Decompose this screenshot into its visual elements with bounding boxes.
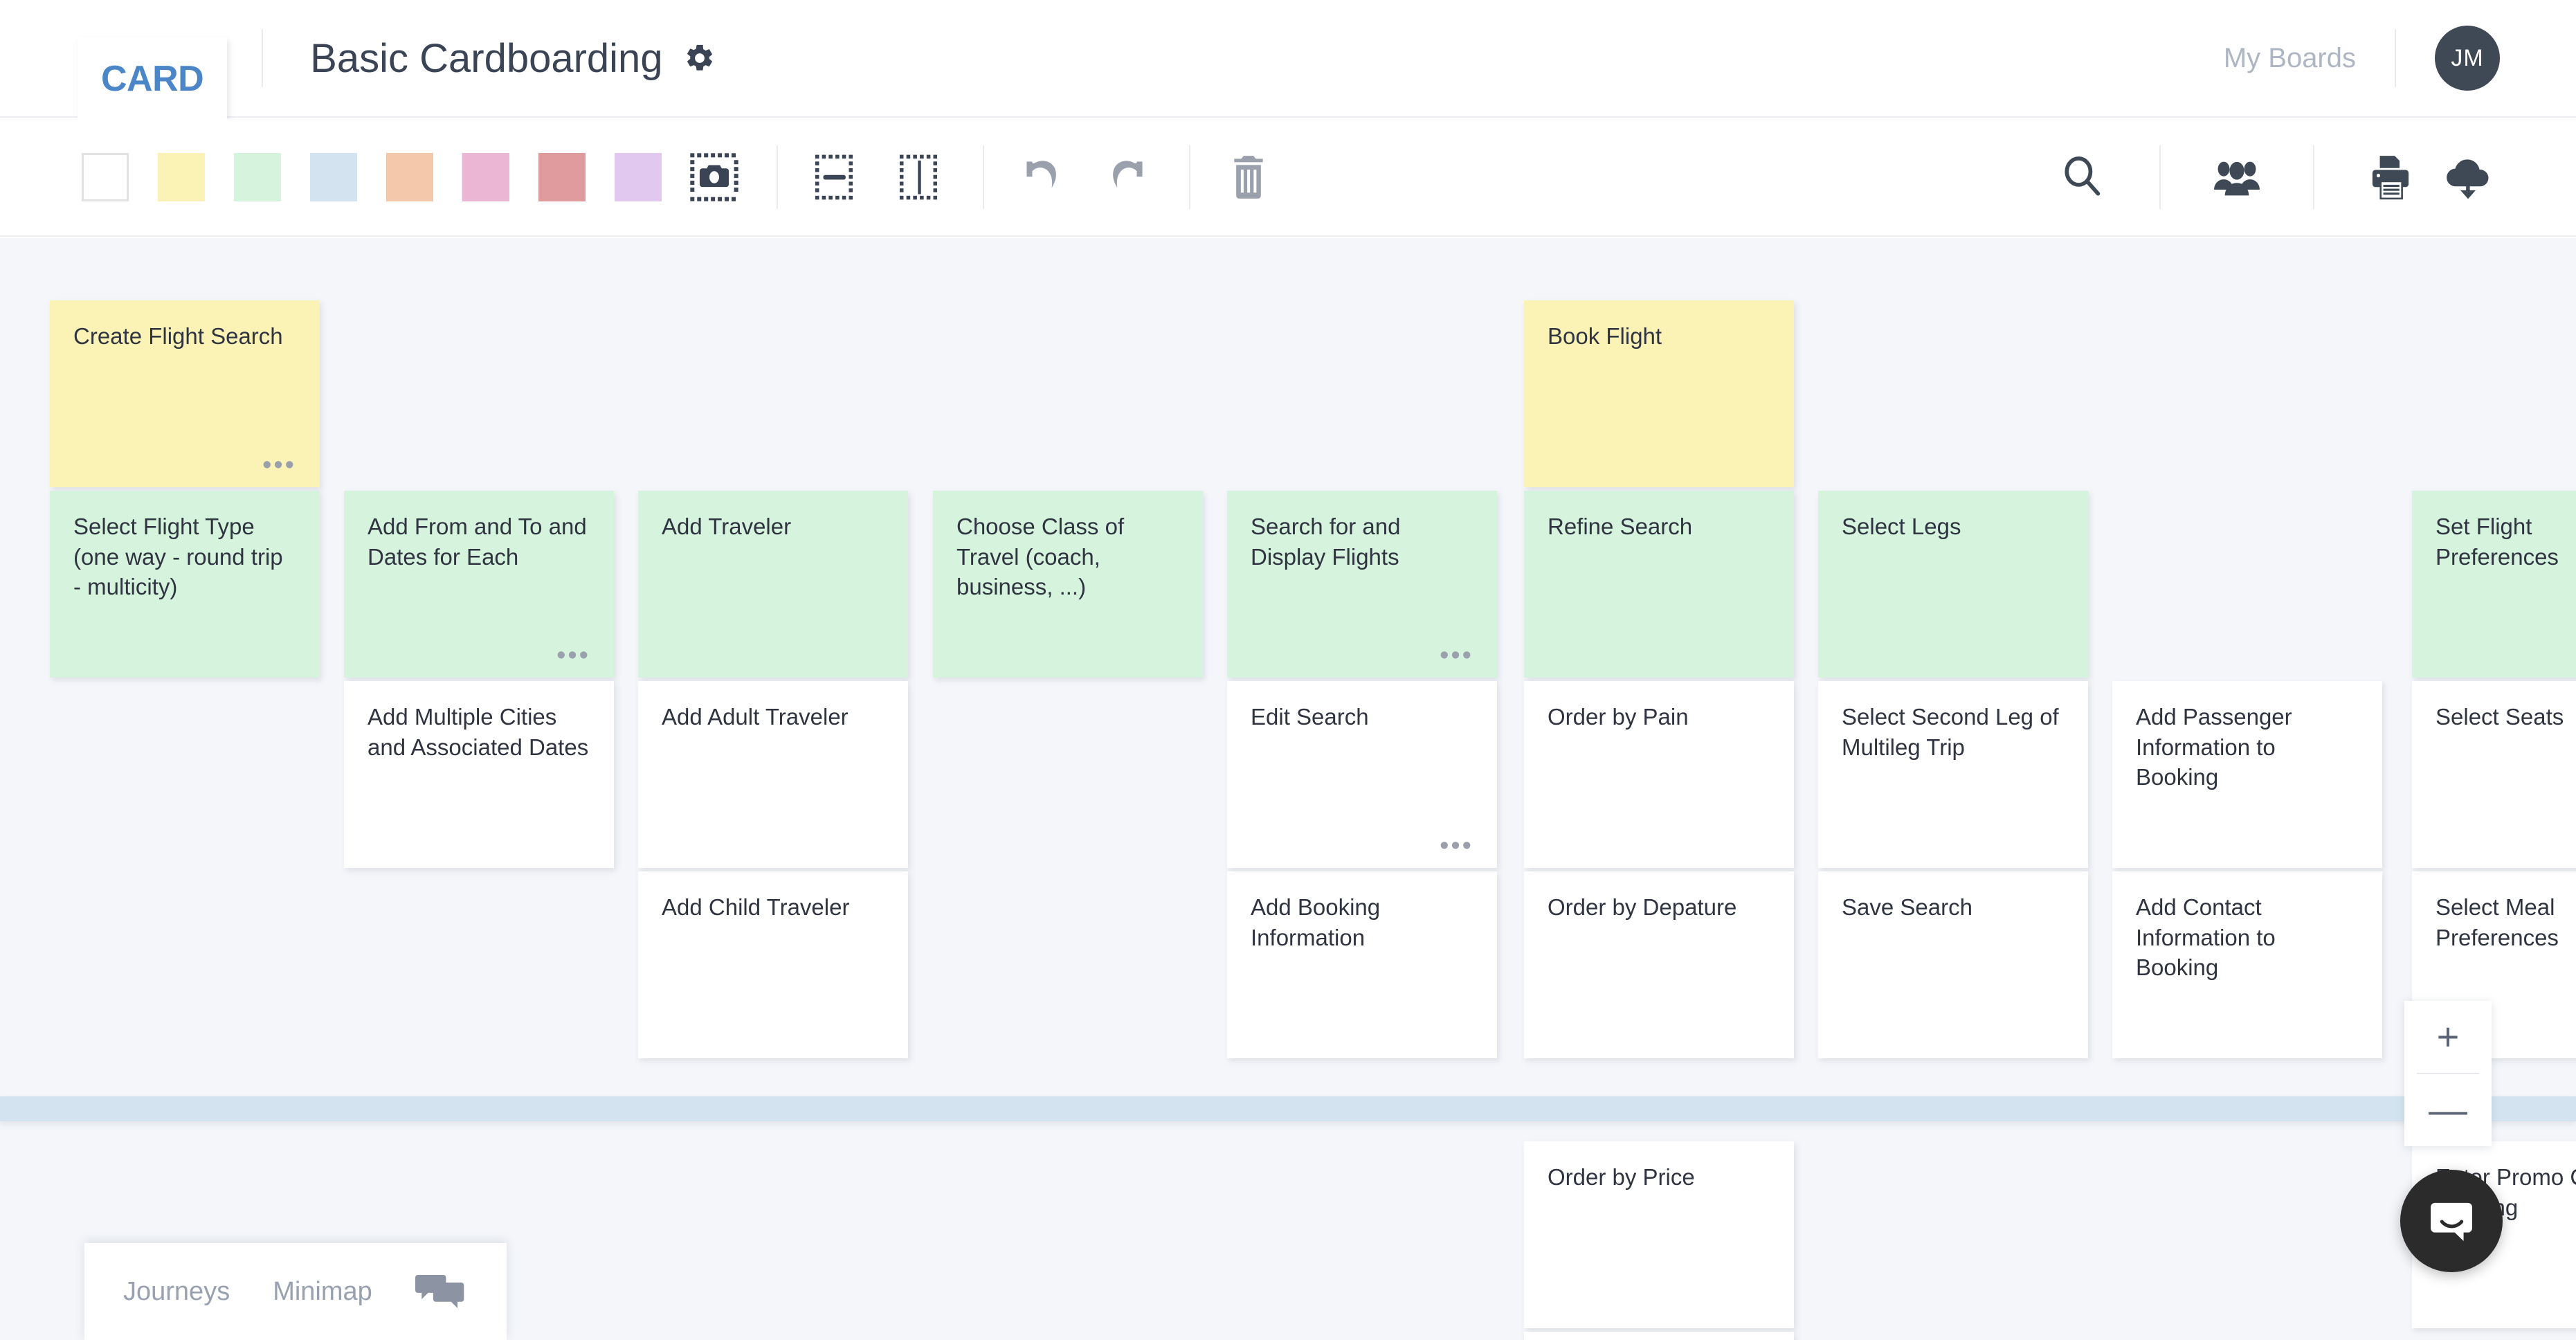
- card-add-traveler[interactable]: Add Traveler: [638, 491, 908, 678]
- color-swatch-green[interactable]: [234, 153, 281, 201]
- toolbar-right-group: [2057, 119, 2576, 235]
- card-text: Search for and Display Flights: [1251, 511, 1473, 572]
- board-canvas[interactable]: Create Flight Search ••• Book Flight Select…: [0, 238, 2576, 1340]
- zoom-control: + —: [2404, 1001, 2492, 1146]
- card-text: Add Child Traveler: [662, 892, 885, 923]
- search-icon[interactable]: [2057, 151, 2110, 203]
- avatar[interactable]: JM: [2435, 26, 2500, 91]
- camera-snapshot-icon[interactable]: [688, 151, 741, 203]
- card-text: Refine Search: [1548, 511, 1770, 542]
- card-order-by-number-stops[interactable]: Order by Number Stops: [1524, 1332, 1794, 1340]
- logo-card-text: CARD: [78, 37, 227, 120]
- card-text: Add Multiple Cities and Associated Dates: [368, 702, 590, 762]
- page-title: Basic Cardboarding: [310, 35, 662, 82]
- card-text: Select Second Leg of Multileg Trip: [1842, 702, 2065, 762]
- card-menu-icon[interactable]: •••: [1440, 651, 1473, 660]
- card-menu-icon[interactable]: •••: [556, 651, 590, 660]
- toolbar-separator-1: [777, 145, 778, 209]
- card-text: Select Seats: [2436, 702, 2576, 732]
- card-text: Add From and To and Dates for Each: [368, 511, 590, 572]
- card-add-booking-info[interactable]: Add Booking Information: [1227, 871, 1497, 1058]
- cloud-download-icon[interactable]: [2442, 151, 2494, 203]
- card-set-flight-preferences[interactable]: Set Flight Preferences: [2412, 491, 2576, 678]
- card-order-by-price[interactable]: Order by Price: [1524, 1141, 1794, 1328]
- trash-icon[interactable]: [1222, 151, 1275, 203]
- card-select-second-leg[interactable]: Select Second Leg of Multileg Trip: [1818, 681, 2088, 868]
- color-swatch-white[interactable]: [82, 153, 129, 201]
- toolbar-separator-5: [2313, 145, 2314, 209]
- cardboard-logo[interactable]: CARDBOARD: [78, 37, 208, 79]
- card-text: Choose Class of Travel (coach, business,…: [956, 511, 1179, 602]
- card-text: Order by Price: [1548, 1162, 1770, 1193]
- card-text: Set Flight Preferences: [2436, 511, 2576, 572]
- toolbar-separator-2: [983, 145, 984, 209]
- gear-icon[interactable]: [684, 42, 716, 74]
- bottom-left-panel: Journeys Minimap: [84, 1243, 507, 1340]
- card-select-flight-type[interactable]: Select Flight Type (one way - round trip…: [50, 491, 320, 678]
- card-text: Add Booking Information: [1251, 892, 1473, 952]
- card-search-display-flights[interactable]: Search for and Display Flights •••: [1227, 491, 1497, 678]
- color-swatch-red[interactable]: [538, 153, 586, 201]
- card-text: Add Passenger Information to Booking: [2136, 702, 2359, 793]
- card-text: Add Adult Traveler: [662, 702, 885, 732]
- card-text: Order by Depature: [1548, 892, 1770, 923]
- chat-bubbles-icon[interactable]: [415, 1270, 466, 1313]
- bottom-tab-journeys[interactable]: Journeys: [123, 1277, 230, 1307]
- card-text: Edit Search: [1251, 702, 1473, 732]
- card-select-seats[interactable]: Select Seats: [2412, 681, 2576, 868]
- undo-icon[interactable]: [1016, 151, 1069, 203]
- card-select-legs[interactable]: Select Legs: [1818, 491, 2088, 678]
- card-menu-icon[interactable]: •••: [262, 461, 296, 469]
- intercom-chat-icon: [2425, 1195, 2478, 1247]
- zoom-in-button[interactable]: +: [2404, 1001, 2492, 1073]
- bottom-tab-minimap[interactable]: Minimap: [273, 1277, 372, 1307]
- card-text: Select Meal Preferences: [2436, 892, 2576, 952]
- card-text: Order by Pain: [1548, 702, 1770, 732]
- card-save-search[interactable]: Save Search: [1818, 871, 2088, 1058]
- card-add-passenger-info[interactable]: Add Passenger Information to Booking: [2112, 681, 2382, 868]
- color-swatch-orange[interactable]: [386, 153, 433, 201]
- card-add-contact-info[interactable]: Add Contact Information to Booking: [2112, 871, 2382, 1058]
- card-add-from-to-dates[interactable]: Add From and To and Dates for Each •••: [344, 491, 614, 678]
- app-header: CARDBOARD Basic Cardboarding My Boards J…: [0, 0, 2576, 118]
- card-text: Create Flight Search: [73, 321, 296, 352]
- board-toolbar: [0, 119, 2576, 237]
- add-vertical-divider-icon[interactable]: [894, 151, 947, 203]
- toolbar-separator-4: [2159, 145, 2161, 209]
- card-choose-class[interactable]: Choose Class of Travel (coach, business,…: [933, 491, 1203, 678]
- card-menu-icon[interactable]: •••: [1440, 842, 1473, 850]
- card-edit-search[interactable]: Edit Search •••: [1227, 681, 1497, 868]
- swimlane-divider[interactable]: [0, 1096, 2576, 1121]
- card-text: Select Flight Type (one way - round trip…: [73, 511, 296, 602]
- users-group-icon[interactable]: [2211, 151, 2263, 203]
- intercom-chat-button[interactable]: [2400, 1170, 2503, 1272]
- card-text: Select Legs: [1842, 511, 2065, 542]
- card-add-multiple-cities[interactable]: Add Multiple Cities and Associated Dates: [344, 681, 614, 868]
- card-text: Add Traveler: [662, 511, 885, 542]
- card-text: Save Search: [1842, 892, 2065, 923]
- card-add-adult-traveler[interactable]: Add Adult Traveler: [638, 681, 908, 868]
- card-order-by-pain[interactable]: Order by Pain: [1524, 681, 1794, 868]
- redo-icon[interactable]: [1100, 151, 1153, 203]
- printer-icon[interactable]: [2364, 151, 2417, 203]
- color-swatch-purple[interactable]: [615, 153, 662, 201]
- zoom-out-button[interactable]: —: [2404, 1074, 2492, 1146]
- header-right-divider: [2395, 29, 2396, 87]
- card-add-child-traveler[interactable]: Add Child Traveler: [638, 871, 908, 1058]
- card-text: Book Flight: [1548, 321, 1770, 352]
- color-swatch-blue[interactable]: [310, 153, 357, 201]
- card-text: Add Contact Information to Booking: [2136, 892, 2359, 983]
- add-horizontal-divider-icon[interactable]: [810, 151, 862, 203]
- card-book-flight[interactable]: Book Flight: [1524, 300, 1794, 487]
- header-right-group: My Boards JM: [2224, 0, 2576, 116]
- color-swatch-pink[interactable]: [462, 153, 509, 201]
- card-create-flight-search[interactable]: Create Flight Search •••: [50, 300, 320, 487]
- header-divider: [262, 29, 263, 87]
- card-refine-search[interactable]: Refine Search: [1524, 491, 1794, 678]
- card-order-by-departure[interactable]: Order by Depature: [1524, 871, 1794, 1058]
- color-swatch-yellow[interactable]: [158, 153, 205, 201]
- toolbar-separator-3: [1189, 145, 1190, 209]
- my-boards-link[interactable]: My Boards: [2224, 43, 2356, 74]
